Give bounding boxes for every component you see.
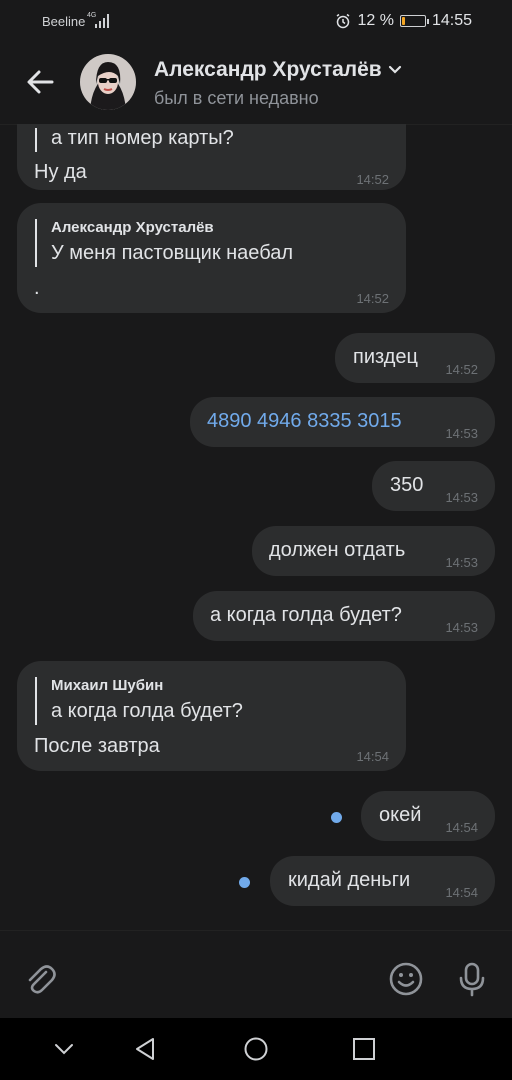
message-text: окей (379, 804, 422, 826)
peer-name[interactable]: Александр Хрусталёв (154, 58, 402, 82)
carrier-name: Beeline (42, 14, 86, 29)
message-time: 14:54 (445, 820, 478, 835)
paperclip-icon[interactable] (22, 961, 58, 997)
message-incoming[interactable]: а тип номер карты? Ну да 14:52 (17, 124, 406, 190)
reply-author: Александр Хрусталёв (51, 219, 214, 236)
message-list[interactable]: а тип номер карты? Ну да 14:52 Александр… (0, 124, 512, 930)
message-outgoing[interactable]: окей 14:54 (361, 791, 495, 841)
nav-home-icon[interactable] (243, 1036, 269, 1062)
unread-indicator (239, 877, 250, 888)
message-text: кидай деньги (288, 869, 411, 891)
chevron-down-icon (388, 65, 401, 74)
message-incoming[interactable]: Александр Хрусталёв У меня пастовщик нае… (17, 203, 406, 313)
message-time: 14:53 (445, 555, 478, 570)
message-time: 14:54 (356, 749, 389, 764)
system-navigation-bar (0, 1018, 512, 1080)
message-outgoing[interactable]: пиздец 14:52 (335, 333, 495, 383)
nav-recents-icon[interactable] (351, 1036, 377, 1062)
message-outgoing[interactable]: должен отдать 14:53 (252, 526, 495, 576)
reply-quote-bar (35, 128, 37, 152)
message-time: 14:52 (356, 172, 389, 187)
emoji-icon[interactable] (388, 961, 424, 997)
status-bar: Beeline 4G 12 % 14:55 (0, 0, 512, 44)
message-text: пиздец (353, 346, 418, 368)
message-time: 14:54 (445, 885, 478, 900)
message-text: Ну да (34, 161, 87, 183)
message-outgoing[interactable]: кидай деньги 14:54 (270, 856, 495, 906)
card-number-link[interactable]: 4890 4946 8335 3015 (207, 410, 402, 433)
nav-back-icon[interactable] (133, 1036, 159, 1062)
battery-percent: 12 % (357, 12, 394, 29)
microphone-icon[interactable] (454, 961, 490, 997)
avatar-image (80, 54, 136, 110)
battery-icon (399, 15, 429, 27)
nav-down-icon[interactable] (51, 1036, 77, 1062)
signal-icon (95, 14, 109, 28)
message-text: 350 (390, 474, 424, 496)
avatar[interactable] (80, 54, 136, 110)
message-text: После завтра (34, 735, 160, 757)
back-arrow-icon[interactable] (22, 64, 58, 100)
clock: 14:55 (431, 12, 472, 29)
peer-name-text: Александр Хрусталёв (154, 58, 382, 81)
message-time: 14:53 (445, 490, 478, 505)
status-right: 12 % 14:55 (335, 12, 472, 30)
message-text: а когда голда будет? (210, 604, 402, 626)
message-composer (0, 930, 512, 1018)
peer-status: был в сети недавно (154, 88, 319, 108)
message-incoming[interactable]: Михаил Шубин а когда голда будет? После … (17, 661, 406, 771)
alarm-icon (337, 13, 350, 29)
reply-quote-bar (35, 677, 37, 725)
message-outgoing[interactable]: 4890 4946 8335 3015 14:53 (190, 397, 495, 447)
reply-author: Михаил Шубин (51, 677, 164, 694)
message-text: . (34, 277, 40, 299)
message-time: 14:53 (445, 620, 478, 635)
message-outgoing[interactable]: 350 14:53 (372, 461, 495, 511)
message-outgoing[interactable]: а когда голда будет? 14:53 (193, 591, 495, 641)
message-time: 14:52 (356, 291, 389, 306)
reply-quote-text: У меня пастовщик наебал (51, 242, 293, 264)
unread-indicator (331, 812, 342, 823)
reply-quote-bar (35, 219, 37, 267)
message-time: 14:52 (445, 362, 478, 377)
battery-level (401, 17, 405, 25)
message-time: 14:53 (445, 426, 478, 441)
message-text: должен отдать (269, 539, 406, 561)
chat-header: Александр Хрусталёв был в сети недавно (0, 44, 512, 124)
reply-quote-text: а тип номер карты? (51, 127, 234, 149)
reply-quote-text: а когда голда будет? (51, 700, 243, 722)
